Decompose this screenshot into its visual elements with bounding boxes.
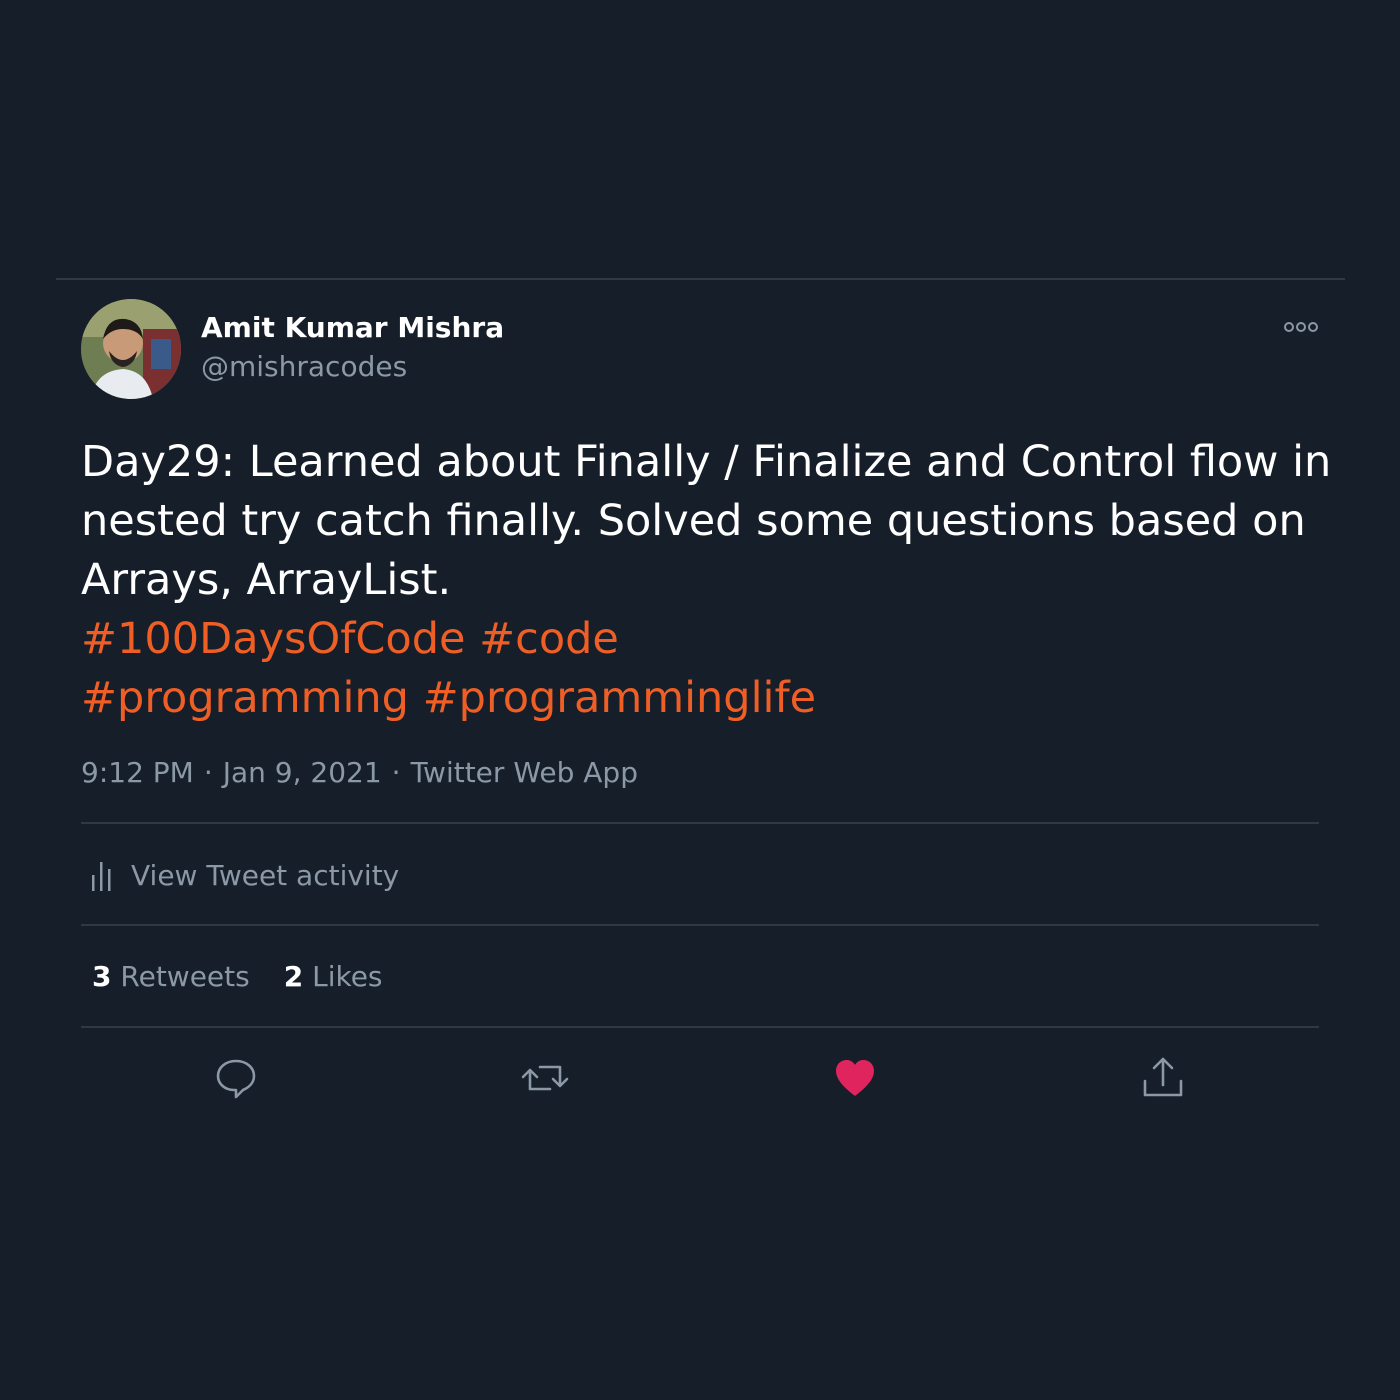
hashtag-programminglife[interactable]: #programminglife bbox=[423, 673, 816, 723]
share-icon[interactable] bbox=[1138, 1053, 1188, 1103]
retweets-label: Retweets bbox=[120, 960, 250, 993]
meta-separator: · bbox=[391, 756, 401, 789]
display-name[interactable]: Amit Kumar Mishra bbox=[201, 311, 504, 345]
meta-separator: · bbox=[203, 756, 213, 789]
tweet-source[interactable]: Twitter Web App bbox=[411, 756, 638, 789]
hashtag-100daysofcode[interactable]: #100DaysOfCode bbox=[81, 614, 465, 664]
hashtag-line: #programming #programminglife bbox=[81, 669, 1311, 728]
tweet-stats: 3 Retweets 2 Likes bbox=[92, 958, 417, 996]
view-tweet-activity-label: View Tweet activity bbox=[131, 858, 400, 892]
user-handle[interactable]: @mishracodes bbox=[201, 350, 407, 384]
likes-count: 2 bbox=[283, 960, 304, 993]
retweet-icon[interactable] bbox=[520, 1053, 570, 1103]
avatar[interactable] bbox=[81, 299, 181, 399]
more-options-icon[interactable] bbox=[1281, 318, 1321, 336]
tweet-line: nested try catch finally. Solved some qu… bbox=[81, 496, 1306, 546]
retweets-stat[interactable]: 3 Retweets bbox=[92, 960, 250, 993]
tweet-meta: 9:12 PM · Jan 9, 2021 · Twitter Web App bbox=[81, 755, 638, 791]
hashtag-line: #100DaysOfCode #code bbox=[81, 610, 1311, 669]
tweet-line: Arrays, ArrayList. bbox=[81, 555, 452, 605]
divider bbox=[81, 1026, 1319, 1028]
view-tweet-activity-link[interactable]: View Tweet activity bbox=[81, 850, 399, 900]
tweet-time[interactable]: 9:12 PM bbox=[81, 756, 194, 789]
avatar-photo bbox=[81, 299, 181, 399]
bar-chart-icon bbox=[92, 862, 111, 891]
heart-icon[interactable] bbox=[830, 1053, 880, 1103]
retweets-count: 3 bbox=[92, 960, 112, 993]
tweet-line: Day29: Learned about Finally / Finalize … bbox=[81, 437, 1332, 487]
tweet-date[interactable]: Jan 9, 2021 bbox=[223, 756, 382, 789]
reply-icon[interactable] bbox=[211, 1053, 261, 1103]
likes-stat[interactable]: 2 Likes bbox=[284, 960, 383, 993]
hashtag-programming[interactable]: #programming bbox=[81, 673, 409, 723]
likes-label: Likes bbox=[312, 960, 383, 993]
top-divider bbox=[56, 278, 1345, 280]
divider bbox=[81, 924, 1319, 926]
hashtag-code[interactable]: #code bbox=[479, 614, 619, 664]
tweet-text: Day29: Learned about Finally / Finalize … bbox=[81, 433, 1332, 728]
divider bbox=[81, 822, 1319, 824]
